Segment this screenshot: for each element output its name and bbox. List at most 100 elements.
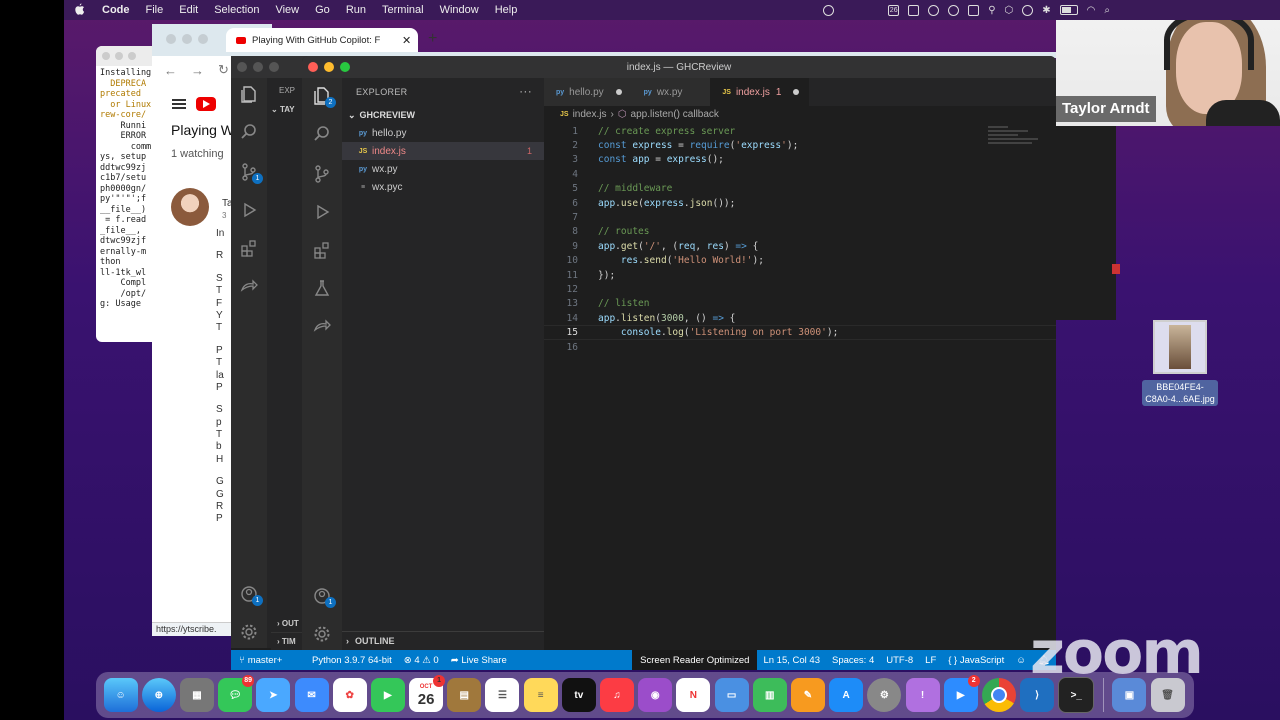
- menu-window[interactable]: Window: [432, 4, 487, 16]
- file-item[interactable]: py hello.py: [342, 124, 544, 142]
- code-line[interactable]: 4: [544, 167, 1056, 181]
- menu-go[interactable]: Go: [307, 4, 338, 16]
- search-icon[interactable]: [310, 122, 334, 146]
- shield-icon[interactable]: ⬡: [1005, 5, 1014, 16]
- code-line[interactable]: 12: [544, 282, 1056, 296]
- vscode-window-back[interactable]: 1 1 EXP ⌄ TAY: [231, 56, 311, 668]
- unsaved-dot-icon[interactable]: [615, 89, 622, 95]
- keynote-icon[interactable]: ▭: [714, 678, 749, 712]
- code-editor[interactable]: 1 // create express server 2 const express …: [544, 124, 1056, 650]
- run-debug-icon[interactable]: [310, 200, 334, 224]
- minimap[interactable]: [988, 124, 1048, 150]
- accessibility-icon[interactable]: [823, 4, 835, 16]
- news-icon[interactable]: N: [676, 678, 711, 712]
- zoom-icon[interactable]: ▶ 2: [943, 675, 980, 712]
- source-control-icon[interactable]: [310, 162, 334, 186]
- play-icon[interactable]: [1022, 4, 1034, 16]
- menu-help[interactable]: Help: [487, 4, 526, 16]
- back-files-icon[interactable]: [237, 82, 261, 106]
- menu-run[interactable]: Run: [338, 4, 374, 16]
- back-source-control-icon[interactable]: 1: [237, 160, 263, 184]
- code-line[interactable]: 11});: [544, 268, 1056, 282]
- maximize-window-button[interactable]: [340, 62, 350, 72]
- unsaved-dot-icon[interactable]: [793, 89, 800, 95]
- code-line[interactable]: 10 res.send('Hello World!');: [544, 254, 1056, 268]
- editor-tab[interactable]: py wx.py: [631, 78, 711, 106]
- calendar-status-icon[interactable]: 26: [888, 4, 900, 16]
- apple-icon[interactable]: [64, 3, 94, 18]
- back-arrow-icon[interactable]: ←: [164, 63, 177, 78]
- desktop-image-file[interactable]: BBE04FE4- C8A0-4...6AE.jpg: [1140, 320, 1220, 407]
- channel-avatar[interactable]: [171, 188, 209, 226]
- back-search-icon[interactable]: [237, 120, 261, 144]
- maps-icon[interactable]: ➤: [256, 678, 291, 712]
- close-tab-icon[interactable]: ✕: [402, 34, 411, 47]
- forward-arrow-icon[interactable]: →: [191, 63, 204, 78]
- manage-gear-icon[interactable]: [310, 622, 334, 646]
- back-settings-gear-icon[interactable]: [237, 620, 261, 644]
- close-window-button[interactable]: [308, 62, 318, 72]
- contacts-icon[interactable]: ▤: [447, 678, 482, 712]
- feedback-assistant-icon[interactable]: !: [905, 678, 940, 712]
- bluetooth-icon[interactable]: ✱: [1042, 5, 1050, 16]
- wifi-icon[interactable]: ◠: [1087, 5, 1096, 16]
- outline-section[interactable]: › OUTLINE: [342, 631, 544, 650]
- mail-icon[interactable]: ✉: [294, 678, 329, 712]
- menu-edit[interactable]: Edit: [171, 4, 206, 16]
- encoding-status[interactable]: UTF-8: [880, 655, 919, 666]
- workspace-folder[interactable]: ⌄ GHCREVIEW: [342, 106, 544, 124]
- live-share-status[interactable]: ➦ Live Share: [445, 655, 513, 666]
- vscode-icon[interactable]: ⟩: [1020, 678, 1055, 712]
- back-timeline[interactable]: › TIM: [271, 632, 302, 650]
- code-line[interactable]: 13 // listen: [544, 297, 1056, 311]
- menu-view[interactable]: View: [267, 4, 307, 16]
- menu-file[interactable]: File: [138, 4, 172, 16]
- calendar-icon[interactable]: OCT 26 1: [409, 675, 446, 712]
- indentation-status[interactable]: Spaces: 4: [826, 655, 880, 666]
- code-line[interactable]: 9 app.get('/', (req, res) => {: [544, 239, 1056, 253]
- menu-terminal[interactable]: Terminal: [374, 4, 432, 16]
- trash-icon[interactable]: 🗑︎: [1150, 678, 1185, 712]
- apple-tv-icon[interactable]: tv: [561, 678, 596, 712]
- numbers-icon[interactable]: ▥: [752, 678, 787, 712]
- reminders-icon[interactable]: ☰: [485, 678, 520, 712]
- problems-status[interactable]: ⊗ 4 ⚠ 0: [398, 655, 445, 666]
- launchpad-icon[interactable]: ▦: [179, 678, 214, 712]
- code-line[interactable]: 14 app.listen(3000, () => {: [544, 311, 1056, 325]
- creative-cloud-icon[interactable]: [948, 4, 960, 16]
- finder-icon[interactable]: ☺: [103, 678, 138, 712]
- safari-icon[interactable]: ⊕: [141, 678, 176, 712]
- python-interpreter-status[interactable]: Python 3.9.7 64-bit: [306, 655, 398, 666]
- window-status-icon[interactable]: [908, 4, 920, 16]
- code-line[interactable]: 3 const app = express();: [544, 153, 1056, 167]
- terminal-icon[interactable]: >_: [1058, 677, 1095, 713]
- code-line[interactable]: 15 console.log('Listening on port 3000')…: [544, 325, 1056, 339]
- language-mode-status[interactable]: { } JavaScript: [942, 655, 1010, 666]
- vscode-window[interactable]: index.js — GHCReview 2 1 EXPLORER ··· ⌄ G…: [302, 56, 1056, 670]
- file-item[interactable]: py wx.py: [342, 160, 544, 178]
- code-line[interactable]: 8 // routes: [544, 225, 1056, 239]
- notes-icon[interactable]: ≡: [523, 678, 558, 712]
- minimize-window-button[interactable]: [324, 62, 334, 72]
- screen-reader-status[interactable]: Screen Reader Optimized: [632, 650, 758, 670]
- code-line[interactable]: 5 // middleware: [544, 182, 1056, 196]
- reload-icon[interactable]: ↻: [218, 62, 229, 78]
- more-actions-icon[interactable]: ···: [519, 84, 532, 98]
- breadcrumb-symbol[interactable]: app.listen() callback: [631, 109, 719, 120]
- facetime-icon[interactable]: ▶: [370, 678, 405, 712]
- file-item[interactable]: JS index.js 1: [342, 142, 544, 160]
- browser-tab[interactable]: Playing With GitHub Copilot: F ✕: [226, 28, 418, 52]
- messages-icon[interactable]: 💬︎ 89: [218, 675, 255, 712]
- back-branch-status[interactable]: ⑂ master+: [231, 650, 302, 670]
- pages-icon[interactable]: ✎: [790, 678, 825, 712]
- drive-icon[interactable]: [968, 4, 980, 16]
- back-extensions-icon[interactable]: [237, 236, 261, 260]
- hamburger-menu-icon[interactable]: [172, 99, 186, 109]
- app-store-icon[interactable]: A: [829, 678, 864, 712]
- music-icon[interactable]: ♫: [600, 678, 635, 712]
- photos-icon[interactable]: ✿: [332, 678, 367, 712]
- back-outline[interactable]: › OUT: [271, 616, 302, 632]
- code-line[interactable]: 2 const express = require('express');: [544, 138, 1056, 152]
- breadcrumb-file[interactable]: index.js: [573, 109, 607, 120]
- extensions-icon[interactable]: [310, 238, 334, 262]
